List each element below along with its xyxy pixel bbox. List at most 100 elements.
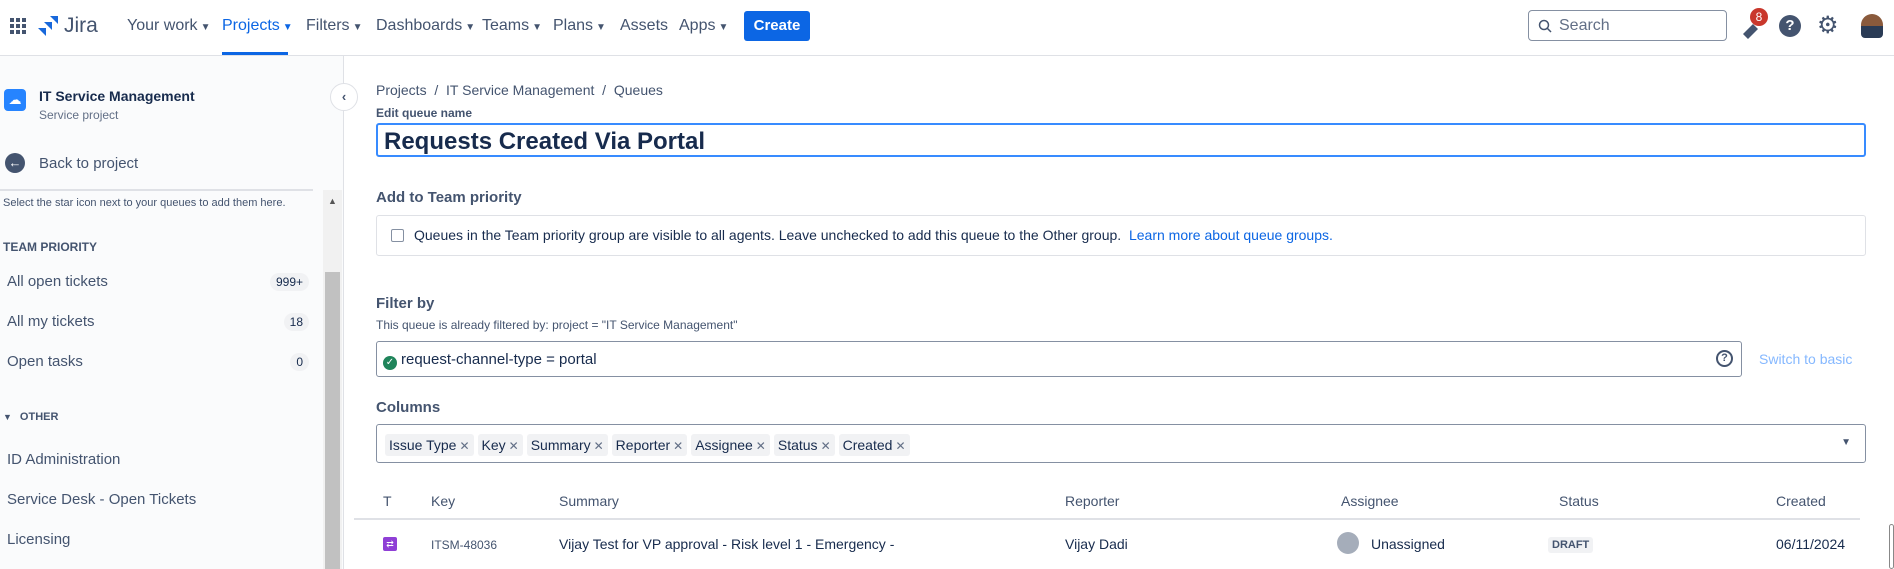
queue-count: 0 [290, 353, 309, 371]
column-tag-created: Created ✕ [838, 434, 910, 456]
active-nav-indicator [222, 52, 288, 55]
remove-icon[interactable]: ✕ [895, 439, 905, 453]
queue-all-my-tickets[interactable]: All my tickets 18 [7, 313, 317, 331]
chevron-down-icon: ▼ [596, 22, 606, 33]
queue-all-open-tickets[interactable]: All open tickets 999+ [7, 273, 317, 291]
issue-reporter: Vijay Dadi [1065, 536, 1128, 552]
queue-name-input[interactable]: Requests Created Via Portal [376, 123, 1866, 157]
team-priority-description: Queues in the Team priority group are vi… [414, 227, 1122, 243]
nav-projects[interactable]: Projects ▼ [222, 17, 293, 35]
nav-label: Assets [620, 17, 669, 34]
back-to-project-link[interactable]: ← Back to project [5, 153, 138, 173]
back-label: Back to project [39, 154, 139, 172]
jql-query: request-channel-type = portal [401, 351, 597, 368]
queue-count: 999+ [269, 273, 309, 291]
help-icon[interactable]: ? [1779, 15, 1801, 37]
breadcrumb-project[interactable]: IT Service Management [446, 82, 594, 98]
column-tag-key: Key ✕ [477, 434, 523, 456]
nav-label: Apps [679, 17, 716, 34]
scrollbar-thumb[interactable] [325, 272, 340, 569]
chevron-down-icon[interactable]: ▼ [1841, 437, 1851, 448]
jql-help-icon[interactable]: ? [1716, 350, 1733, 367]
queue-count: 18 [283, 313, 309, 331]
breadcrumb-queues[interactable]: Queues [614, 82, 663, 98]
search-input[interactable]: Search [1528, 10, 1727, 41]
chevron-down-icon: ▼ [532, 22, 543, 33]
nav-filters[interactable]: Filters ▼ [306, 17, 362, 35]
nav-label: Teams [482, 17, 530, 34]
team-priority-heading: TEAM PRIORITY [3, 240, 98, 254]
tag-label: Created [842, 437, 893, 453]
app-switcher-icon[interactable] [10, 18, 26, 34]
nav-label: Plans [553, 17, 594, 34]
header-assignee[interactable]: Assignee [1341, 493, 1399, 509]
notifications-button[interactable]: 8 [1740, 8, 1768, 40]
settings-gear-icon[interactable]: ⚙ [1817, 11, 1839, 40]
scroll-up-arrow-icon[interactable]: ▲ [323, 196, 342, 206]
header-key[interactable]: Key [431, 493, 455, 509]
column-tag-summary: Summary ✕ [526, 434, 608, 456]
page-scrollbar[interactable] [1889, 524, 1894, 569]
issue-summary[interactable]: Vijay Test for VP approval - Risk level … [559, 536, 894, 552]
tag-label: Issue Type [389, 437, 457, 453]
header-reporter[interactable]: Reporter [1065, 493, 1119, 509]
chevron-down-icon: ▼ [3, 412, 12, 422]
learn-more-link[interactable]: Learn more about queue groups. [1129, 227, 1333, 243]
jql-filter-input[interactable]: ✓ request-channel-type = portal ? [376, 341, 1742, 377]
remove-icon[interactable]: ✕ [756, 439, 766, 453]
nav-label: Filters [306, 17, 350, 34]
filter-by-label: Filter by [376, 295, 435, 312]
team-priority-box: Queues in the Team priority group are vi… [376, 215, 1866, 256]
header-status[interactable]: Status [1559, 493, 1599, 509]
sidebar-scrollbar[interactable]: ▲ [323, 190, 342, 569]
nav-dashboards[interactable]: Dashboards ▼ [376, 17, 475, 35]
team-priority-checkbox[interactable] [391, 229, 404, 242]
remove-icon[interactable]: ✕ [594, 439, 604, 453]
header-created[interactable]: Created [1776, 493, 1826, 509]
jira-logo-icon [38, 16, 58, 36]
nav-plans[interactable]: Plans ▼ [553, 17, 606, 35]
app-name: Jira [64, 14, 98, 37]
tag-label: Assignee [695, 437, 753, 453]
search-icon [1538, 19, 1552, 33]
other-group-toggle[interactable]: ▼ OTHER [3, 411, 58, 423]
user-avatar[interactable] [1861, 14, 1883, 38]
remove-icon[interactable]: ✕ [459, 439, 469, 453]
create-button[interactable]: Create [744, 11, 810, 41]
sidebar: ☁ IT Service Management Service project … [0, 56, 344, 569]
queue-open-tasks[interactable]: Open tasks 0 [7, 353, 317, 371]
columns-label: Columns [376, 399, 441, 416]
queue-id-administration[interactable]: ID Administration [7, 451, 120, 468]
queue-licensing[interactable]: Licensing [7, 531, 70, 548]
other-heading: OTHER [19, 411, 59, 423]
breadcrumb-projects[interactable]: Projects [376, 82, 427, 98]
chevron-down-icon: ▼ [282, 22, 293, 33]
nav-assets[interactable]: Assets [620, 17, 668, 35]
collapse-sidebar-button[interactable]: ‹ [330, 83, 358, 111]
chevron-down-icon: ▼ [718, 22, 729, 33]
queue-label: Open tasks [7, 353, 83, 370]
header-type[interactable]: T [383, 493, 392, 509]
nav-apps[interactable]: Apps ▼ [679, 17, 728, 35]
queue-service-desk-open-tickets[interactable]: Service Desk - Open Tickets [7, 491, 196, 508]
nav-label: Your work [127, 17, 198, 34]
tag-label: Reporter [615, 437, 671, 453]
remove-icon[interactable]: ✕ [821, 439, 831, 453]
arrow-left-icon: ← [5, 153, 25, 173]
issue-key[interactable]: ITSM-48036 [431, 538, 497, 552]
header-summary[interactable]: Summary [559, 493, 619, 509]
remove-icon[interactable]: ✕ [673, 439, 683, 453]
tag-label: Key [481, 437, 506, 453]
remove-icon[interactable]: ✕ [509, 439, 519, 453]
switch-to-basic-link[interactable]: Switch to basic [1759, 351, 1852, 367]
notification-count-badge: 8 [1750, 8, 1768, 26]
table-header-divider [354, 518, 1860, 520]
nav-teams[interactable]: Teams ▼ [482, 17, 542, 35]
jira-logo[interactable]: Jira [38, 14, 98, 38]
column-tag-issue-type: Issue Type ✕ [385, 434, 474, 456]
search-placeholder: Search [1559, 17, 1610, 34]
queue-label: All my tickets [7, 313, 95, 330]
queues-hint: Select the star icon next to your queues… [3, 197, 286, 209]
nav-your-work[interactable]: Your work ▼ [127, 17, 210, 35]
columns-select[interactable]: Issue Type ✕ Key ✕ Summary ✕ Reporter ✕ Assignee… [376, 424, 1866, 463]
